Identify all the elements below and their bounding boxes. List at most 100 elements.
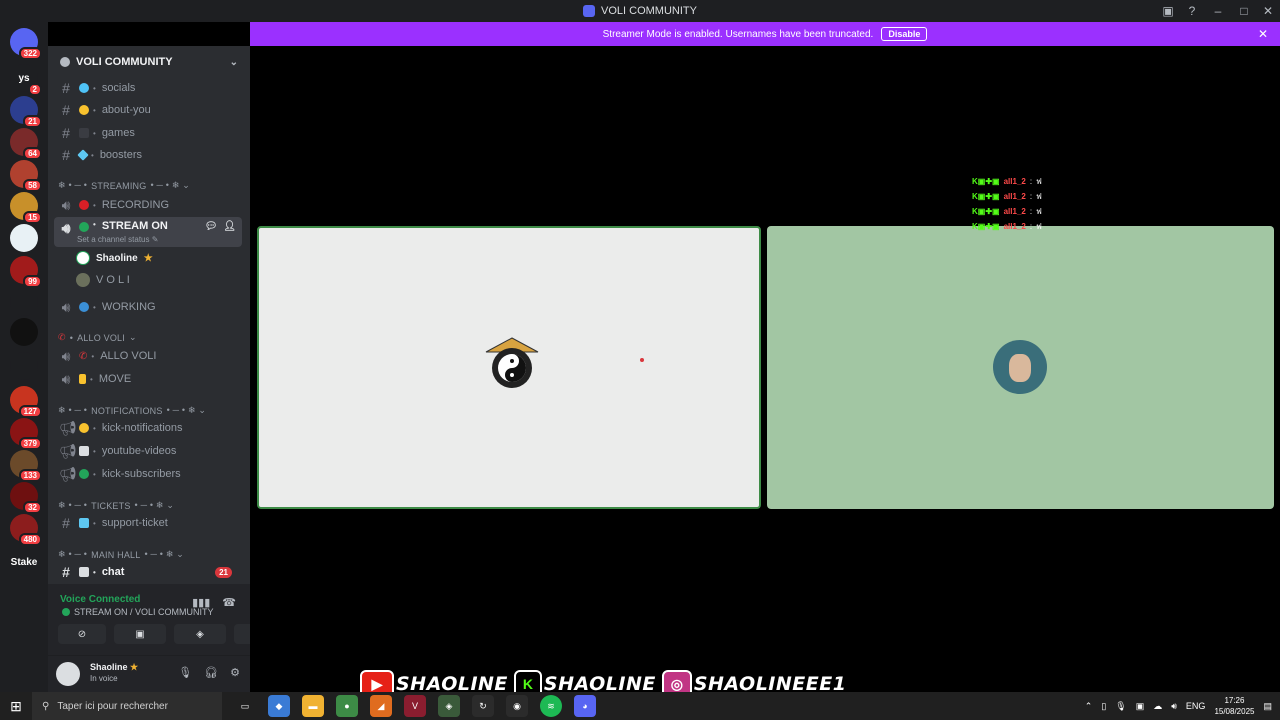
minimize-button[interactable]: – bbox=[1204, 0, 1232, 22]
voice-member-voli[interactable]: V O L I bbox=[76, 273, 130, 287]
channel-boosters[interactable]: # • boosters bbox=[54, 145, 242, 165]
category-notifications[interactable]: ❄ • ─ • NOTIFICATIONS • ─ • ❄ ⌄ bbox=[58, 405, 206, 416]
notifications-icon[interactable]: ▤ bbox=[1263, 701, 1272, 712]
voice-member-shaoline[interactable]: Shaoline ★ bbox=[76, 251, 153, 265]
cloud-icon[interactable]: ☁ bbox=[1153, 701, 1162, 712]
server-icon[interactable]: 58 bbox=[10, 160, 42, 192]
disconnect-icon[interactable]: ☎ bbox=[222, 596, 236, 609]
activities-button[interactable]: ◈ bbox=[174, 624, 226, 644]
server-header[interactable]: VOLI COMMUNITY ⌄ bbox=[48, 46, 250, 78]
server-icon[interactable] bbox=[10, 352, 38, 380]
help-icon[interactable]: ? bbox=[1180, 0, 1204, 22]
server-icon[interactable]: 322 bbox=[10, 28, 42, 60]
inbox-icon[interactable]: ▣ bbox=[1156, 0, 1180, 22]
category-allo-voli[interactable]: ✆ • ALLO VOLI ⌄ bbox=[58, 332, 137, 343]
unread-badge: 15 bbox=[23, 211, 42, 224]
shield-icon[interactable]: ◈ bbox=[438, 695, 460, 717]
microphone-icon[interactable]: 🎙︎ bbox=[178, 666, 192, 679]
clock[interactable]: 17:26 15/08/2025 bbox=[1214, 695, 1254, 717]
kick-chat-row: K▣✚▣ all1_2: ฟ bbox=[972, 219, 1042, 234]
channel-about-you[interactable]: # • about-you bbox=[54, 100, 242, 120]
kick-chat-row: K▣✚▣ all1_2: ฟ bbox=[972, 189, 1042, 204]
voice-location[interactable]: STREAM ON / VOLI COMMUNITY bbox=[62, 607, 214, 617]
task-view-icon[interactable]: ▭ bbox=[234, 695, 256, 717]
unread-badge: 480 bbox=[18, 533, 42, 546]
megaphone-icon: 📢︎ bbox=[59, 442, 77, 459]
server-icon[interactable] bbox=[10, 224, 38, 252]
obs-icon[interactable]: ◉ bbox=[506, 695, 528, 717]
server-icon[interactable]: 32 bbox=[10, 482, 42, 514]
chevron-down-icon[interactable]: ⌄ bbox=[230, 57, 238, 68]
unread-badge: 2 bbox=[27, 83, 42, 96]
volume-icon[interactable]: 🔊︎ bbox=[1171, 701, 1177, 712]
server-icon[interactable] bbox=[10, 288, 38, 316]
hash-icon: # bbox=[62, 147, 70, 163]
windows-start-icon[interactable]: ⊞ bbox=[0, 692, 32, 720]
avatar[interactable] bbox=[56, 662, 80, 686]
speaker-icon: 🔊︎ bbox=[61, 196, 71, 213]
channel-youtube-videos[interactable]: 📢︎ • youtube-videos bbox=[54, 441, 242, 461]
server-icon[interactable]: 480 bbox=[10, 514, 42, 546]
taskbar-search[interactable]: ⚲ Taper ici pour rechercher bbox=[32, 692, 222, 720]
participant-tile-voli[interactable] bbox=[767, 226, 1274, 509]
voice-channel-working[interactable]: 🔊︎ • WORKING bbox=[54, 297, 242, 317]
set-channel-status[interactable]: Set a channel status ✎ bbox=[77, 235, 158, 244]
category-main-hall[interactable]: ❄ • ─ • MAIN HALL • ─ • ❄ ⌄ bbox=[58, 549, 184, 560]
channel-kick-notifications[interactable]: 📢︎ • kick-notifications bbox=[54, 418, 242, 438]
disable-streamer-mode-button[interactable]: Disable bbox=[881, 27, 928, 41]
category-streaming[interactable]: ❄ • ─ • STREAMING • ─ • ❄ ⌄ bbox=[58, 180, 190, 191]
participant-tile-shaoline[interactable] bbox=[257, 226, 761, 509]
channel-socials[interactable]: # • socials bbox=[54, 78, 242, 98]
server-icon[interactable]: 64 bbox=[10, 128, 42, 160]
server-icon[interactable]: 15 bbox=[10, 192, 42, 224]
server-icon[interactable]: 99 bbox=[10, 256, 42, 288]
server-icon[interactable]: 379 bbox=[10, 418, 42, 450]
voice-connected-label[interactable]: Voice Connected bbox=[60, 594, 140, 605]
pointer-dot bbox=[640, 358, 644, 362]
channel-games[interactable]: # • games bbox=[54, 123, 242, 143]
gear-icon[interactable]: ⚙ bbox=[230, 666, 240, 679]
user-status: In voice bbox=[90, 674, 118, 683]
battery-icon[interactable]: ▯ bbox=[1101, 701, 1106, 712]
spotify-icon[interactable]: ≋ bbox=[540, 695, 562, 717]
microphone-icon[interactable]: 🎙︎ bbox=[1115, 701, 1126, 712]
network-icon[interactable]: ▣ bbox=[1136, 701, 1145, 712]
server-icon[interactable]: 133 bbox=[10, 450, 42, 482]
add-user-icon[interactable]: 👤︎ bbox=[223, 221, 236, 232]
chrome-icon[interactable]: ● bbox=[336, 695, 358, 717]
discord-icon[interactable]: ◕ bbox=[574, 695, 596, 717]
connection-icon bbox=[62, 608, 70, 616]
voice-channel-recording[interactable]: 🔊︎ • RECORDING bbox=[54, 195, 242, 215]
voice-channel-move[interactable]: 🔊︎ • MOVE bbox=[54, 369, 242, 389]
chat-bubble-icon[interactable]: 💬︎ bbox=[205, 221, 218, 232]
maximize-button[interactable]: □ bbox=[1232, 0, 1256, 22]
screen-share-button[interactable]: ▣ bbox=[114, 624, 166, 644]
unread-badge: 64 bbox=[23, 147, 42, 160]
channel-kick-subscribers[interactable]: 📢︎ • kick-subscribers bbox=[54, 464, 242, 484]
speaker-icon: 🔊︎ bbox=[61, 298, 71, 315]
chevron-up-icon[interactable]: ⌃ bbox=[1085, 701, 1093, 712]
server-icon[interactable]: 21 bbox=[10, 96, 42, 128]
kick-badge-icon: K▣✚▣ bbox=[972, 192, 1000, 201]
camera-off-button[interactable]: ⊘ bbox=[58, 624, 106, 644]
office-icon[interactable]: ◢ bbox=[370, 695, 392, 717]
phone-icon: ✆ bbox=[58, 332, 66, 342]
noise-suppression-icon[interactable]: ▮▮▮ bbox=[192, 596, 210, 609]
channel-support-ticket[interactable]: # • support-ticket bbox=[54, 513, 242, 533]
close-window-button[interactable]: ✕ bbox=[1256, 0, 1280, 22]
server-icon[interactable]: 127 bbox=[10, 386, 42, 418]
copilot-icon[interactable]: ◆ bbox=[268, 695, 290, 717]
voice-channel-allo-voli[interactable]: 🔊︎ ✆ • ALLO VOLI bbox=[54, 346, 242, 366]
valorant-icon[interactable]: V bbox=[404, 695, 426, 717]
server-icon[interactable]: ys 2 bbox=[10, 64, 42, 96]
close-icon[interactable]: ✕ bbox=[1258, 27, 1268, 41]
headphones-icon[interactable]: 🎧︎ bbox=[204, 666, 218, 679]
user-name[interactable]: Shaoline ★ bbox=[90, 662, 138, 673]
server-icon[interactable]: Stake bbox=[10, 548, 38, 576]
category-tickets[interactable]: ❄ • ─ • TICKETS • ─ • ❄ ⌄ bbox=[58, 500, 174, 511]
language-indicator[interactable]: ENG bbox=[1186, 701, 1206, 711]
channel-chat[interactable]: # • chat 21 bbox=[54, 562, 242, 582]
file-explorer-icon[interactable]: ▬ bbox=[302, 695, 324, 717]
server-icon[interactable] bbox=[10, 318, 38, 346]
sync-icon[interactable]: ↻ bbox=[472, 695, 494, 717]
